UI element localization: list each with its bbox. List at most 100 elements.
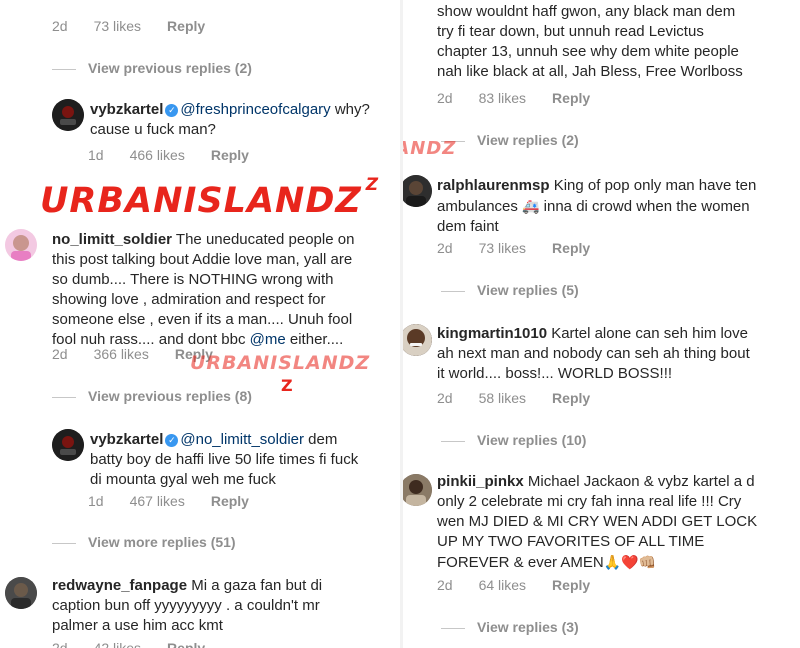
comment-username[interactable]: vybzkartel (90, 431, 163, 448)
comment-likes[interactable]: 467 likes (130, 493, 185, 509)
view-previous-replies-button[interactable]: View previous replies (2) (52, 60, 252, 76)
comment-text: batty boy de haffi live 50 life times fi… (90, 451, 359, 468)
comment-text: di mounta gyal weh me fuck (90, 471, 276, 488)
comment-text: inna di crowd when the women (539, 198, 750, 215)
view-replies-button[interactable]: View replies (3) (441, 619, 579, 635)
watermark-text: Z (281, 376, 294, 395)
comment-time: 2d (52, 18, 68, 34)
comment-text: Kartel alone can seh him love (547, 325, 748, 342)
comment-body: kingmartin1010 Kartel alone can seh him … (437, 324, 797, 384)
verified-badge-icon: ✓ (165, 434, 179, 447)
avatar[interactable] (403, 474, 432, 506)
reply-button[interactable]: Reply (552, 577, 590, 593)
comment-likes[interactable]: 466 likes (130, 147, 185, 163)
avatar-image-icon (5, 229, 37, 261)
comment-meta: 2d 73 likes Reply (52, 18, 231, 34)
comment-body: no_limitt_soldier The uneducated people … (52, 230, 397, 350)
comment-text: dem faint (437, 218, 499, 235)
watermark-text: URBANISLANDZ (190, 352, 371, 374)
comment-mention[interactable]: @freshprinceofcalgary (180, 101, 330, 118)
watermark-logo: URBANISLANDZ Z (40, 175, 379, 221)
divider-line (52, 396, 76, 398)
avatar-image-icon (52, 99, 84, 131)
divider-line (52, 68, 76, 70)
avatar[interactable] (403, 324, 432, 356)
reply-button[interactable]: Reply (167, 640, 205, 648)
comment-body: show wouldnt haff gwon, any black man de… (437, 2, 797, 82)
comment-body: ralphlaurenmsp King of pop only man have… (437, 176, 797, 237)
comment-meta: 2d 58 likes Reply (437, 390, 616, 406)
comment-text: wen MJ DIED & MI CRY WEN ADDI GET LOCK (437, 513, 758, 530)
comment-likes[interactable]: 83 likes (479, 90, 526, 106)
comment-mention[interactable]: @me (250, 331, 286, 348)
comment-text: ah next man and nobody can seh ah thing … (437, 345, 750, 362)
reply-button[interactable]: Reply (167, 18, 205, 34)
comment-text: FOREVER & ever AMEN (437, 554, 604, 571)
comment-text: King of pop only man have ten (549, 177, 757, 194)
comment-time: 1d (88, 147, 104, 163)
comment-username[interactable]: ralphlaurenmsp (437, 177, 550, 194)
view-replies-button[interactable]: View replies (10) (441, 432, 586, 448)
watermark-text: Z (365, 175, 380, 195)
comment-body: redwayne_fanpage Mi a gaza fan but di ca… (52, 576, 397, 636)
comment-meta: 1d 467 likes Reply (88, 493, 275, 509)
comment-meta: 1d 466 likes Reply (88, 147, 275, 163)
emoji-icons: 🙏❤️👊🏼 (603, 554, 657, 570)
avatar-image-icon (403, 324, 432, 356)
avatar[interactable] (52, 99, 84, 131)
comment-meta: 2d 73 likes Reply (437, 240, 616, 256)
verified-badge-icon: ✓ (165, 104, 179, 117)
comment-text: this post talking bout Addie love man, y… (52, 251, 353, 268)
divider-line (441, 627, 465, 629)
comment-likes[interactable]: 366 likes (94, 346, 149, 362)
watermark-logo: URBANISLANDZ (190, 352, 370, 374)
comment-likes[interactable]: 73 likes (94, 18, 141, 34)
comment-likes[interactable]: 73 likes (479, 240, 526, 256)
comment-username[interactable]: kingmartin1010 (437, 325, 547, 342)
comment-username[interactable]: redwayne_fanpage (52, 577, 187, 594)
comment-likes[interactable]: 58 likes (479, 390, 526, 406)
watermark-logo: URBANISLANDZ (403, 138, 456, 159)
comment-text: nah like black at all, Jah Bless, Free W… (437, 63, 743, 80)
comment-username[interactable]: vybzkartel (90, 101, 163, 118)
reply-button[interactable]: Reply (211, 147, 249, 163)
avatar[interactable] (5, 229, 37, 261)
comment-mention[interactable]: @no_limitt_soldier (180, 431, 304, 448)
comment-username[interactable]: pinkii_pinkx (437, 473, 524, 490)
view-replies-label: View replies (3) (477, 619, 579, 635)
view-replies-button[interactable]: View replies (5) (441, 282, 579, 298)
comment-text: palmer a use him acc kmt (52, 617, 223, 634)
view-replies-button[interactable]: View replies (2) (441, 132, 579, 148)
left-comments-panel: 2d 73 likes Reply View previous replies (2… (0, 0, 400, 648)
divider-line (441, 440, 465, 442)
comment-text: chapter 13, unnuh see why dem white peop… (437, 43, 739, 60)
comment-text: cause u fuck man? (90, 121, 216, 138)
comment-text: someone else , even if its a man.... Unu… (52, 311, 353, 328)
watermark-text: URBANISLANDZ (403, 138, 457, 159)
reply-button[interactable]: Reply (552, 90, 590, 106)
avatar-image-icon (403, 175, 432, 207)
watermark-text: URBANISLANDZ (40, 181, 362, 221)
view-replies-label: View more replies (51) (88, 534, 236, 550)
watermark-logo: Z (281, 376, 294, 395)
reply-button[interactable]: Reply (211, 493, 249, 509)
right-comments-panel: show wouldnt haff gwon, any black man de… (403, 0, 800, 648)
comment-text: caption bun off yyyyyyyyy . a couldn't m… (52, 597, 320, 614)
comment-username[interactable]: no_limitt_soldier (52, 231, 172, 248)
avatar[interactable] (5, 577, 37, 609)
avatar[interactable] (403, 175, 432, 207)
view-replies-label: View previous replies (8) (88, 388, 252, 404)
view-previous-replies-button[interactable]: View previous replies (8) (52, 388, 252, 404)
comment-text: try fi tear down, but unnuh read Levictu… (437, 23, 704, 40)
view-more-replies-button[interactable]: View more replies (51) (52, 534, 236, 550)
comment-time: 2d (52, 640, 68, 648)
comment-meta: 2d 64 likes Reply (437, 577, 616, 593)
avatar[interactable] (52, 429, 84, 461)
divider-line (52, 542, 76, 544)
reply-button[interactable]: Reply (552, 390, 590, 406)
view-replies-label: View previous replies (2) (88, 60, 252, 76)
reply-button[interactable]: Reply (552, 240, 590, 256)
comment-likes[interactable]: 64 likes (479, 577, 526, 593)
comment-likes[interactable]: 42 likes (94, 640, 141, 648)
comment-text: showing love , admiration and respect fo… (52, 291, 326, 308)
